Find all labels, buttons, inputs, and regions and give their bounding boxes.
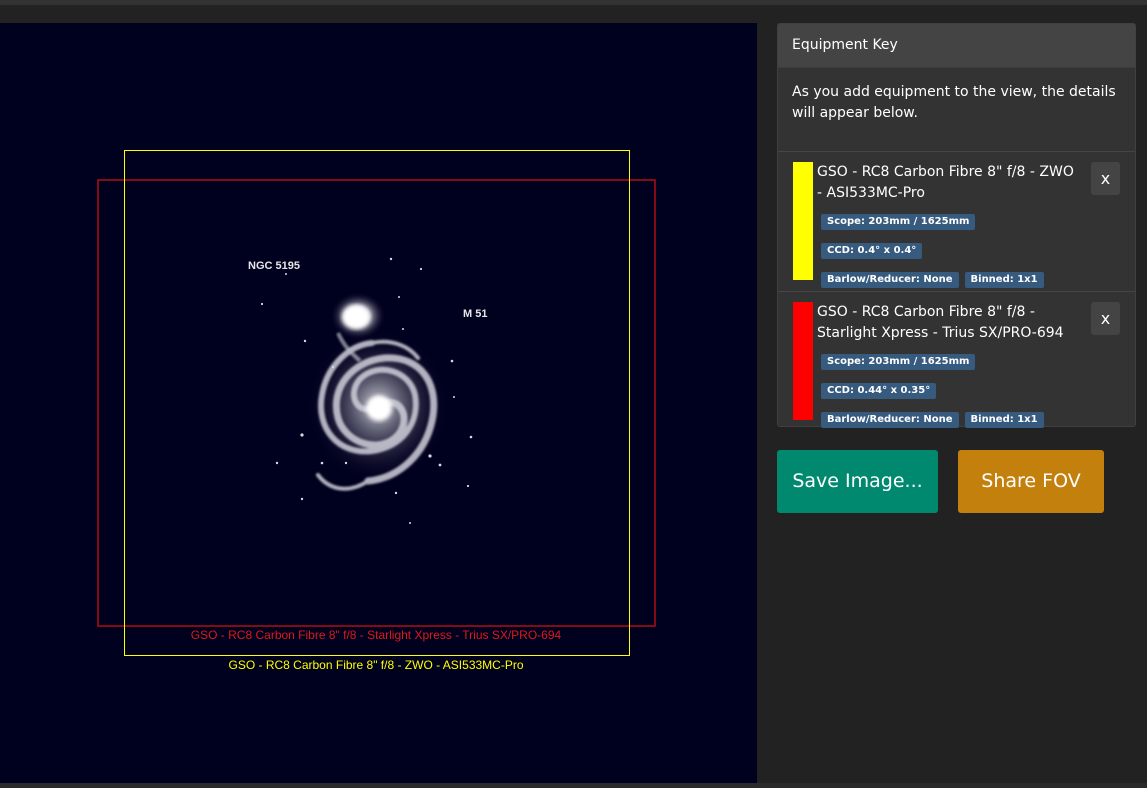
save-image-button[interactable]: Save Image... [777, 450, 938, 513]
binned-badge: Binned: 1x1 [964, 272, 1044, 288]
label-ngc5195: NGC 5195 [248, 260, 300, 272]
ccd-badge: CCD: 0.44° x 0.35° [821, 383, 937, 399]
fov-view: NGC 5195 M 51 GSO - RC8 Carbon Fibre 8" … [0, 23, 757, 783]
scope-badge: Scope: 203mm / 1625mm [821, 214, 976, 230]
equipment-name: GSO - RC8 Carbon Fibre 8" f/8 - Starligh… [817, 304, 1064, 341]
remove-equipment-button[interactable]: x [1091, 162, 1120, 195]
equipment-name: GSO - RC8 Carbon Fibre 8" f/8 - ZWO - AS… [817, 164, 1074, 201]
equipment-item: GSO - RC8 Carbon Fibre 8" f/8 - ZWO - AS… [778, 152, 1135, 292]
top-bar [0, 0, 1147, 5]
equipment-badges: Scope: 203mm / 1625mm CCD: 0.4° x 0.4° Ba… [821, 209, 1081, 296]
barlow-badge: Barlow/Reducer: None [821, 272, 959, 288]
barlow-badge: Barlow/Reducer: None [821, 412, 959, 428]
panel-heading: Equipment Key [778, 24, 1135, 68]
color-swatch-yellow [793, 162, 813, 280]
share-fov-button[interactable]: Share FOV [958, 450, 1104, 513]
ccd-badge: CCD: 0.4° x 0.4° [821, 243, 923, 259]
remove-equipment-button[interactable]: x [1091, 302, 1120, 335]
color-swatch-red [793, 302, 813, 420]
fov-label-red: GSO - RC8 Carbon Fibre 8" f/8 - Starligh… [190, 628, 562, 642]
equipment-item: GSO - RC8 Carbon Fibre 8" f/8 - Starligh… [778, 292, 1135, 431]
label-m51: M 51 [463, 308, 488, 320]
fov-label-yellow: GSO - RC8 Carbon Fibre 8" f/8 - ZWO - AS… [228, 658, 524, 672]
scope-badge: Scope: 203mm / 1625mm [821, 354, 976, 370]
equipment-badges: Scope: 203mm / 1625mmCCD: 0.44° x 0.35° … [821, 349, 1081, 436]
equipment-key-panel: Equipment Key As you add equipment to th… [777, 23, 1136, 428]
bottom-bar [0, 783, 1147, 788]
panel-intro: As you add equipment to the view, the de… [778, 68, 1135, 152]
binned-badge: Binned: 1x1 [964, 412, 1044, 428]
